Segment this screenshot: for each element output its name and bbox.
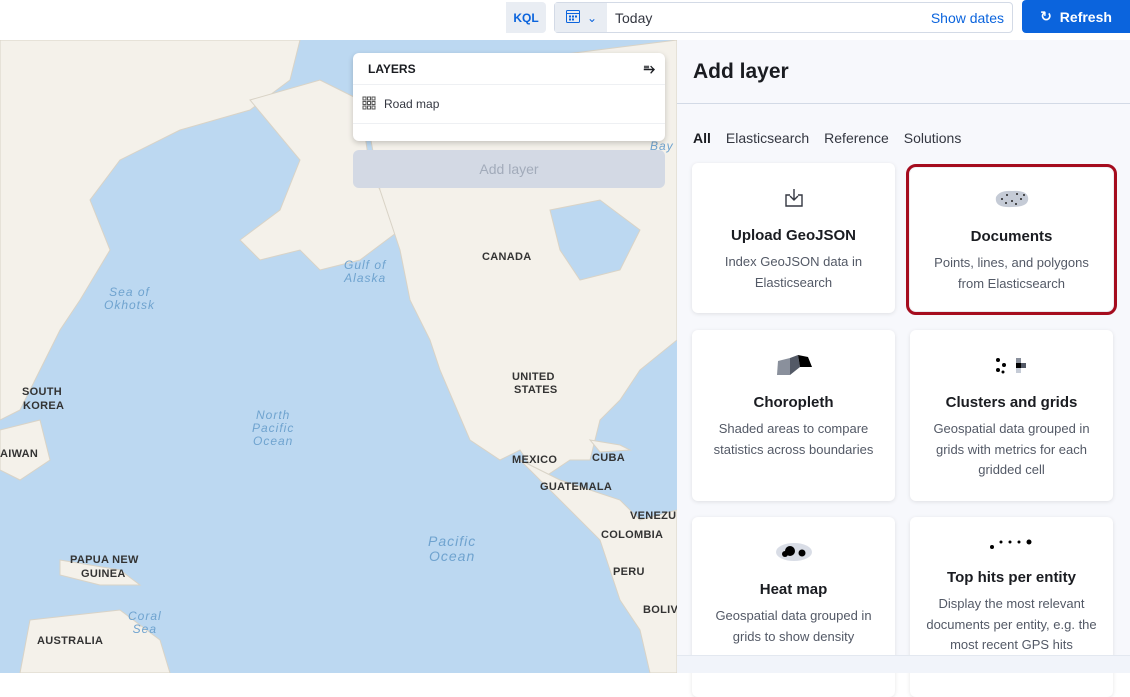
top-bar: KQL ⌄ Today Show dates ↻ Refresh <box>0 0 1130 40</box>
ocean-text: Okhotsk <box>104 298 156 312</box>
ocean-text: Coral <box>128 609 162 623</box>
ocean-label: Sea of Okhotsk <box>104 286 155 312</box>
ocean-text: North <box>256 408 291 422</box>
choropleth-icon <box>692 352 895 378</box>
ocean-text: Sea <box>132 622 158 636</box>
card-title: Clusters and grids <box>945 394 1078 411</box>
layer-item-road-map[interactable]: Road map <box>353 85 665 124</box>
top-hits-icon <box>910 531 1113 557</box>
panel-footer <box>677 655 1130 673</box>
map-label-papua: PAPUA NEW <box>70 554 139 566</box>
panel-title: Add layer <box>693 60 789 83</box>
divider <box>677 103 1130 104</box>
layers-panel: LAYERS ⥱ Road map <box>353 53 665 141</box>
card-description: Points, lines, and polygons from Elastic… <box>934 255 1089 291</box>
ocean-text: Pacific <box>428 533 477 549</box>
documents-icon <box>910 186 1113 212</box>
layer-name: Road map <box>384 97 440 111</box>
map-label-united: UNITED <box>512 371 555 383</box>
ocean-text: Ocean <box>252 434 294 448</box>
map-label-states: STATES <box>514 384 558 396</box>
tab-solutions[interactable]: Solutions <box>904 130 962 146</box>
card-title: Upload GeoJSON <box>730 227 857 244</box>
tab-all[interactable]: All <box>693 130 711 146</box>
map-label-cuba: CUBA <box>592 452 625 464</box>
map-label-south: SOUTH <box>22 386 62 398</box>
card-title: Top hits per entity <box>947 569 1076 586</box>
grid-icon <box>362 96 376 113</box>
map-label-taiwan: AIWAN <box>0 448 39 460</box>
ocean-text: Sea of <box>109 285 150 299</box>
ocean-label: North Pacific Ocean <box>252 409 294 448</box>
map-label-peru: PERU <box>613 566 645 578</box>
refresh-label: Refresh <box>1059 8 1112 25</box>
refresh-icon: ↻ <box>1040 8 1052 24</box>
upload-icon <box>692 185 895 211</box>
map-label-colombia: COLOMBIA <box>601 529 664 541</box>
card-title: Documents <box>970 228 1053 245</box>
show-dates-link[interactable]: Show dates <box>931 10 1004 26</box>
refresh-button[interactable]: ↻ Refresh <box>1022 0 1130 33</box>
tab-reference[interactable]: Reference <box>824 130 889 146</box>
card-clusters-and-grids[interactable]: Clusters and grids Geospatial data group… <box>910 330 1113 501</box>
map-label-venezuela: VENEZUE <box>630 510 677 522</box>
ocean-label: Coral Sea <box>128 610 162 636</box>
map-label-australia: AUSTRALIA <box>37 635 104 647</box>
clusters-icon <box>910 352 1113 378</box>
map-label-korea: KOREA <box>23 400 65 412</box>
card-description: Display the most relevant documents per … <box>926 596 1097 652</box>
query-language-button[interactable]: KQL <box>506 2 546 33</box>
map-label-canada: CANADA <box>482 251 532 263</box>
map-label-guinea: GUINEA <box>81 568 126 580</box>
card-description: Shaded areas to compare statistics acros… <box>713 421 874 457</box>
ocean-text: Alaska <box>344 271 387 285</box>
tab-elasticsearch[interactable]: Elasticsearch <box>726 130 809 146</box>
card-documents[interactable]: Documents Points, lines, and polygons fr… <box>906 164 1117 315</box>
date-picker[interactable]: ⌄ Today Show dates <box>554 2 1013 33</box>
card-upload-geojson[interactable]: Upload GeoJSON Index GeoJSON data in Ela… <box>692 163 895 313</box>
ocean-text: Gulf of <box>344 258 387 272</box>
map-label-guatemala: GUATEMALA <box>540 481 613 493</box>
collapse-layers-icon[interactable]: ⥱ <box>644 60 655 77</box>
card-description: Geospatial data grouped in grids with me… <box>933 421 1090 477</box>
map-label-mexico: MEXICO <box>512 454 558 466</box>
ocean-label: Pacific Ocean <box>428 534 476 564</box>
heatmap-icon <box>692 539 895 565</box>
layers-title: LAYERS <box>368 61 416 76</box>
add-layer-panel: Add layer All Elasticsearch Reference So… <box>677 40 1130 697</box>
ocean-text: Ocean <box>428 548 476 564</box>
ocean-label: Gulf of Alaska <box>344 259 386 285</box>
date-value[interactable]: Today <box>615 10 931 26</box>
calendar-icon <box>565 8 581 27</box>
card-description: Geospatial data grouped in grids to show… <box>715 608 872 644</box>
card-description: Index GeoJSON data in Elasticsearch <box>724 254 863 290</box>
card-title: Choropleth <box>753 394 834 411</box>
chevron-down-icon: ⌄ <box>586 10 598 25</box>
ocean-text: Pacific <box>252 421 295 435</box>
add-layer-button[interactable]: Add layer <box>353 150 665 188</box>
quick-date-menu-button[interactable]: ⌄ <box>555 3 607 32</box>
card-choropleth[interactable]: Choropleth Shaded areas to compare stati… <box>692 330 895 501</box>
layer-tabs: All Elasticsearch Reference Solutions <box>693 130 961 146</box>
map-label-bolivia: BOLIV <box>643 604 677 616</box>
card-title: Heat map <box>759 581 828 598</box>
